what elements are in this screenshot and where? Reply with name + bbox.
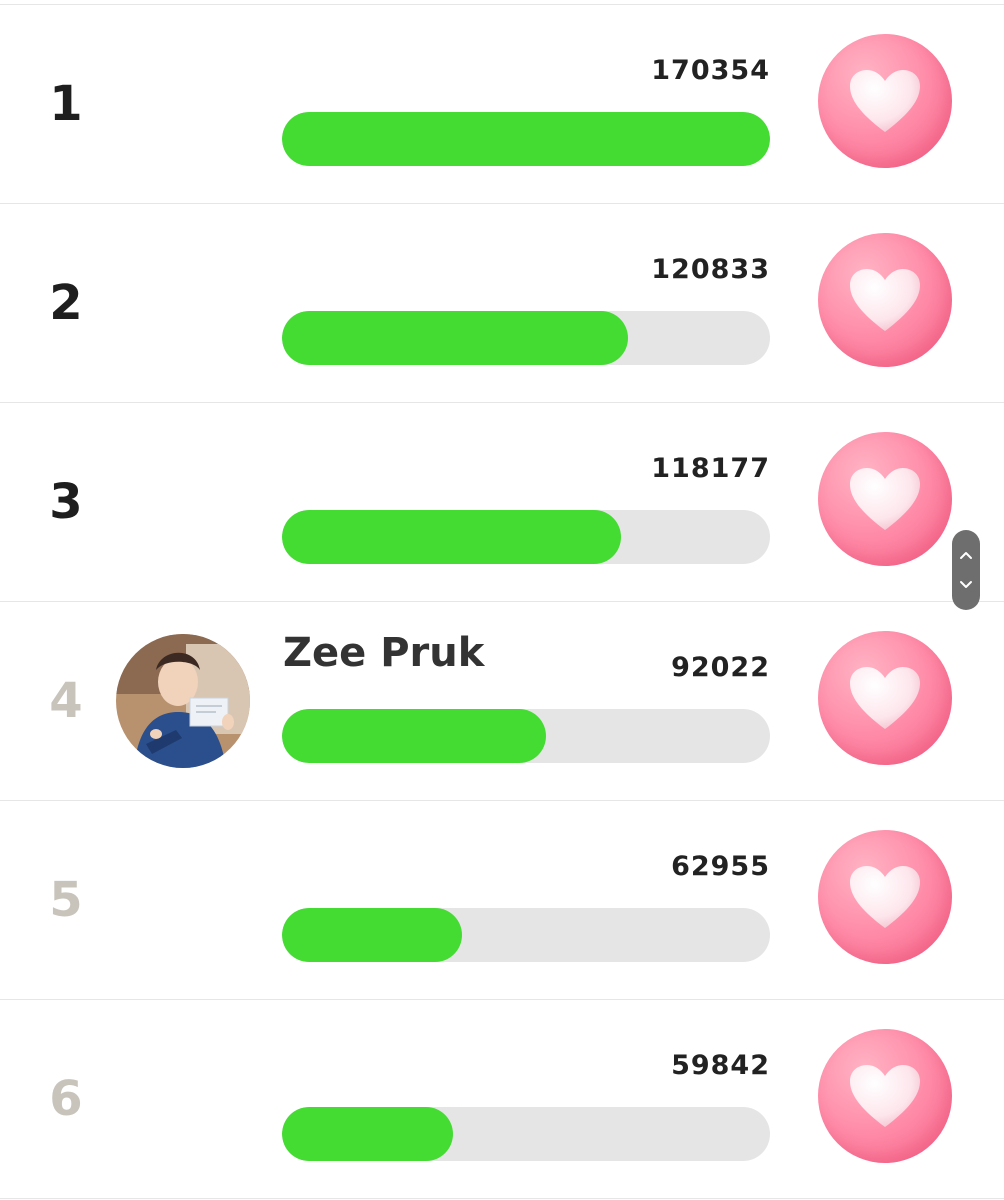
vote-progress-bar [282, 510, 770, 564]
scroll-control[interactable] [952, 530, 980, 610]
rank-number: 2 [49, 275, 83, 331]
vote-progress-fill [282, 510, 621, 564]
avatar [116, 634, 250, 768]
vote-progress-fill [282, 112, 770, 166]
vote-heart-button[interactable] [818, 34, 952, 168]
rank-number: 5 [49, 872, 83, 928]
candidate-name: Zee Pruk [283, 630, 485, 676]
vote-progress-fill [282, 1107, 454, 1161]
vote-progress-bar [282, 1107, 770, 1161]
ranking-row: 3 118177 [0, 403, 1004, 602]
vote-heart-button[interactable] [818, 631, 952, 765]
vote-progress-fill [282, 311, 629, 365]
vote-heart-button[interactable] [818, 830, 952, 964]
vote-count: 59842 [671, 1050, 770, 1081]
vote-count: 92022 [671, 652, 770, 683]
vote-progress-bar [282, 311, 770, 365]
rank-number: 4 [49, 673, 83, 729]
rank-number: 6 [49, 1071, 83, 1127]
ranking-list: 1 170354 2 120833 3 118177 4 Zee Pruk 92… [0, 4, 1004, 1199]
vote-count: 118177 [651, 453, 770, 484]
vote-progress-bar [282, 112, 770, 166]
vote-progress-bar [282, 908, 770, 962]
heart-icon [850, 468, 920, 530]
vote-count: 62955 [671, 851, 770, 882]
heart-icon [850, 866, 920, 928]
heart-icon [850, 70, 920, 132]
ranking-row: 5 62955 [0, 801, 1004, 1000]
ranking-row: 1 170354 [0, 5, 1004, 204]
vote-progress-bar [282, 709, 770, 763]
rank-number: 3 [49, 474, 83, 530]
heart-icon [850, 269, 920, 331]
vote-heart-button[interactable] [818, 432, 952, 566]
rank-number: 1 [49, 76, 83, 132]
chevron-down-icon[interactable] [952, 570, 980, 600]
vote-progress-fill [282, 709, 546, 763]
heart-icon [850, 667, 920, 729]
vote-progress-fill [282, 908, 463, 962]
vote-heart-button[interactable] [818, 233, 952, 367]
ranking-row: 4 Zee Pruk 92022 [0, 602, 1004, 801]
chevron-up-icon[interactable] [952, 540, 980, 570]
vote-heart-button[interactable] [818, 1029, 952, 1163]
vote-count: 120833 [651, 254, 770, 285]
ranking-row: 2 120833 [0, 204, 1004, 403]
heart-icon [850, 1065, 920, 1127]
vote-count: 170354 [651, 55, 770, 86]
ranking-row: 6 59842 [0, 1000, 1004, 1199]
avatar-photo [116, 634, 250, 768]
